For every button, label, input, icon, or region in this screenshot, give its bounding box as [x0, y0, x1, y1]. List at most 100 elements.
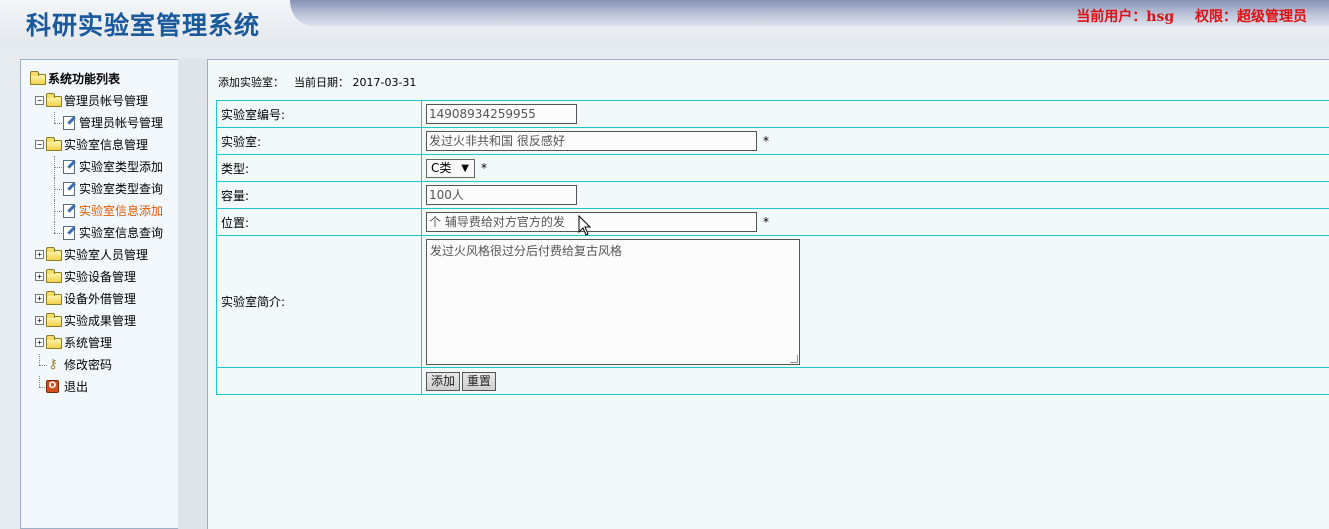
expand-icon[interactable]: + [35, 338, 44, 347]
sidebar-subitem-lab-type-add[interactable]: 实验室类型添加 [30, 156, 180, 178]
sidebar-item-system[interactable]: + 系统管理 [30, 332, 180, 354]
user-info: 当前用户：hsg 权限：超级管理员 [1076, 6, 1307, 26]
sidebar-subitem-label: 管理员帐号管理 [79, 112, 163, 134]
expand-icon[interactable]: + [35, 294, 44, 303]
sidebar-subitem-label: 实验室信息查询 [79, 222, 163, 244]
sidebar-item-equipment-loan[interactable]: + 设备外借管理 [30, 288, 180, 310]
form-row-name: 实验室: 发过火非共和国 很反感好* [217, 128, 1329, 155]
tree-line [39, 354, 40, 365]
form-row-id: 实验室编号: 14908934259955 [217, 101, 1329, 128]
edit-document-icon [63, 226, 75, 240]
sidebar-item-lab-staff[interactable]: + 实验室人员管理 [30, 244, 180, 266]
mouse-cursor-icon [578, 215, 592, 237]
expand-icon[interactable]: + [35, 272, 44, 281]
collapse-icon[interactable]: − [35, 140, 44, 149]
function-tree: 系统功能列表 − 管理员帐号管理 管理员帐号管理 − 实验室信息管理 实验室类型… [30, 68, 180, 398]
sidebar-item-label: 系统管理 [64, 332, 112, 354]
lab-id-field[interactable]: 14908934259955 [426, 104, 577, 124]
breadcrumb-label: 添加实验室： [218, 76, 284, 89]
tree-line [54, 123, 62, 124]
form-row-capacity: 容量: 100人 [217, 182, 1329, 209]
edit-document-icon [63, 204, 75, 218]
type-cell: C类▼* [422, 155, 1329, 182]
sidebar-subitem-lab-info-add[interactable]: 实验室信息添加 [30, 200, 180, 222]
tree-root-label: 系统功能列表 [48, 68, 120, 90]
sidebar-item-label: 设备外借管理 [64, 288, 136, 310]
lab-name-field[interactable]: 发过火非共和国 很反感好 [426, 131, 757, 151]
date-label: 当前日期： [294, 76, 349, 89]
sidebar-item-lab-equipment[interactable]: + 实验设备管理 [30, 266, 180, 288]
reset-button[interactable]: 重置 [462, 372, 496, 391]
expand-icon[interactable]: + [35, 316, 44, 325]
intro-text: 发过火风格很过分后付费给复古风格 [430, 244, 622, 258]
sidebar-item-change-password[interactable]: ⚷ 修改密码 [30, 354, 180, 376]
sidebar-gutter [178, 59, 208, 529]
app-title: 科研实验室管理系统 [26, 6, 260, 42]
sidebar-item-label: 实验设备管理 [64, 266, 136, 288]
folder-open-icon [30, 74, 46, 85]
header-bar: 科研实验室管理系统 当前用户：hsg 权限：超级管理员 [0, 0, 1329, 44]
sidebar-subitem-label: 实验室信息添加 [79, 200, 163, 222]
lab-type-select[interactable]: C类 ▼ [426, 159, 475, 178]
type-label: 类型: [217, 155, 422, 182]
tree-line [54, 167, 62, 168]
folder-icon [46, 338, 62, 349]
breadcrumb: 添加实验室： 当前日期： 2017-03-31 [218, 74, 416, 90]
date-value: 2017-03-31 [353, 76, 417, 89]
sidebar-item-lab-info[interactable]: − 实验室信息管理 [30, 134, 180, 156]
tree-line [54, 211, 62, 212]
intro-textarea[interactable]: 发过火风格很过分后付费给复古风格 [426, 239, 800, 365]
folder-open-icon [46, 96, 62, 107]
name-cell: 发过火非共和国 很反感好* [422, 128, 1329, 155]
sidebar-item-logout[interactable]: O 退出 [30, 376, 180, 398]
form-row-intro: 实验室简介: 发过火风格很过分后付费给复古风格 [217, 236, 1329, 368]
folder-icon [46, 316, 62, 327]
edit-document-icon [63, 116, 75, 130]
empty-cell [217, 368, 422, 395]
add-button[interactable]: 添加 [426, 372, 460, 391]
dropdown-arrow-icon: ▼ [461, 160, 469, 177]
capacity-cell: 100人 [422, 182, 1329, 209]
lab-type-value: C类 [431, 161, 451, 175]
id-cell: 14908934259955 [422, 101, 1329, 128]
form-row-actions: 添加重置 [217, 368, 1329, 395]
collapse-icon[interactable]: − [35, 96, 44, 105]
intro-label: 实验室简介: [217, 236, 422, 368]
current-user-label: 当前用户：hsg [1076, 9, 1174, 25]
folder-open-icon [46, 140, 62, 151]
exit-icon: O [46, 380, 59, 393]
location-cell: 个 辅导费给对方官方的发* [422, 209, 1329, 236]
form-row-location: 位置: 个 辅导费给对方官方的发* [217, 209, 1329, 236]
expand-icon[interactable]: + [35, 250, 44, 259]
sidebar-subitem-label: 实验室类型查询 [79, 178, 163, 200]
resize-grip-icon[interactable] [790, 355, 798, 363]
form-row-type: 类型: C类▼* [217, 155, 1329, 182]
lab-form: 实验室编号: 14908934259955 实验室: 发过火非共和国 很反感好*… [216, 100, 1329, 395]
folder-icon [46, 294, 62, 305]
sidebar-subitem-admin-accounts[interactable]: 管理员帐号管理 [30, 112, 180, 134]
id-label: 实验室编号: [217, 101, 422, 128]
intro-cell: 发过火风格很过分后付费给复古风格 [422, 236, 1329, 368]
sidebar-item-label: 实验成果管理 [64, 310, 136, 332]
key-icon: ⚷ [46, 358, 60, 372]
tree-line [54, 112, 55, 123]
sidebar-item-label: 管理员帐号管理 [64, 90, 148, 112]
sidebar-item-label: 修改密码 [64, 354, 112, 376]
sidebar-item-label: 实验室人员管理 [64, 244, 148, 266]
sidebar-item-lab-results[interactable]: + 实验成果管理 [30, 310, 180, 332]
actions-cell: 添加重置 [422, 368, 1329, 395]
edit-document-icon [63, 182, 75, 196]
sidebar-item-label: 实验室信息管理 [64, 134, 148, 156]
edit-document-icon [63, 160, 75, 174]
sidebar-subitem-lab-info-query[interactable]: 实验室信息查询 [30, 222, 180, 244]
permission-label: 权限：超级管理员 [1195, 9, 1307, 25]
tree-line [54, 233, 62, 234]
folder-icon [46, 250, 62, 261]
tree-line [54, 222, 55, 233]
sidebar-subitem-lab-type-query[interactable]: 实验室类型查询 [30, 178, 180, 200]
sidebar-subitem-label: 实验室类型添加 [79, 156, 163, 178]
sidebar-item-admin-accounts[interactable]: − 管理员帐号管理 [30, 90, 180, 112]
tree-root[interactable]: 系统功能列表 [30, 68, 180, 90]
capacity-field[interactable]: 100人 [426, 185, 577, 205]
tree-line [54, 189, 62, 190]
